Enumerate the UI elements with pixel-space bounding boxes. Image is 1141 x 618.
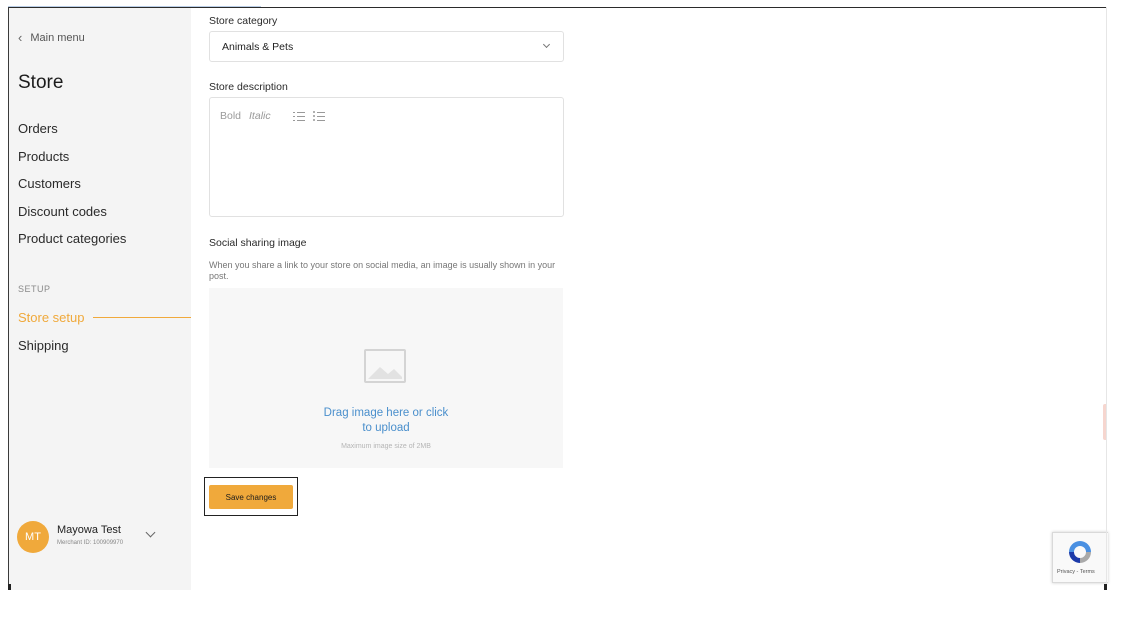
sidebar-item-customers[interactable]: Customers	[18, 170, 126, 198]
main-menu-link[interactable]: ‹ Main menu	[18, 30, 85, 45]
recaptcha-links[interactable]: Privacy - Terms	[1057, 569, 1095, 575]
frame-corner-left	[8, 584, 11, 590]
sidebar-item-products[interactable]: Products	[18, 143, 126, 171]
chevron-down-icon	[542, 40, 551, 49]
save-changes-button[interactable]: Save changes	[209, 485, 293, 509]
frame-corner-right	[1104, 584, 1107, 590]
main-menu-label: Main menu	[30, 31, 85, 44]
sidebar-item-store-setup[interactable]: Store setup	[18, 304, 191, 332]
image-upload-dropzone[interactable]: Drag image here or click to upload Maxim…	[209, 288, 563, 468]
numbered-list-icon[interactable]	[292, 111, 305, 122]
user-profile[interactable]: MT Mayowa Test Merchant ID: 100909970	[17, 521, 156, 553]
sidebar-nav: Orders Products Customers Discount codes…	[18, 115, 126, 253]
user-name: Mayowa Test	[57, 524, 121, 536]
user-info: Mayowa Test Merchant ID: 100909970	[57, 524, 123, 546]
store-category-value: Animals & Pets	[222, 41, 294, 53]
active-indicator-line	[92, 317, 191, 319]
bullet-list-icon[interactable]	[312, 110, 325, 122]
social-sharing-help: When you share a link to your store on s…	[209, 260, 556, 281]
sidebar-item-store-setup-label: Store setup	[18, 310, 85, 325]
save-button-focus-ring: Save changes	[204, 477, 298, 516]
bold-button[interactable]: Bold	[220, 110, 241, 122]
image-placeholder-icon	[364, 349, 406, 383]
frame-right-border	[1106, 7, 1107, 590]
store-description-label: Store description	[209, 81, 288, 93]
recaptcha-badge[interactable]: Privacy - Terms	[1052, 532, 1108, 583]
sidebar-item-orders[interactable]: Orders	[18, 115, 126, 143]
upload-cta-line2[interactable]: to upload	[209, 422, 563, 434]
store-description-editor[interactable]: Bold Italic	[209, 97, 564, 217]
editor-toolbar: Bold Italic	[220, 110, 325, 122]
chevron-left-icon: ‹	[18, 30, 23, 45]
sidebar-item-shipping[interactable]: Shipping	[18, 332, 191, 360]
store-category-label: Store category	[209, 15, 278, 27]
sidebar-title: Store	[18, 72, 64, 93]
recaptcha-icon	[1069, 541, 1091, 563]
upload-cta-line1[interactable]: Drag image here or click	[209, 407, 563, 419]
setup-heading: SETUP	[18, 284, 51, 294]
store-category-select[interactable]: Animals & Pets	[209, 31, 564, 62]
italic-button[interactable]: Italic	[249, 110, 271, 122]
social-sharing-label: Social sharing image	[209, 237, 307, 249]
setup-nav: Store setup Shipping	[18, 304, 191, 359]
sidebar	[9, 8, 191, 590]
merchant-id: Merchant ID: 100909970	[57, 540, 124, 546]
sidebar-item-product-categories[interactable]: Product categories	[18, 225, 126, 253]
frame-left-border	[8, 7, 9, 590]
sidebar-item-discount-codes[interactable]: Discount codes	[18, 198, 126, 226]
avatar: MT	[17, 521, 49, 553]
upload-size-hint: Maximum image size of 2MB	[341, 443, 431, 450]
